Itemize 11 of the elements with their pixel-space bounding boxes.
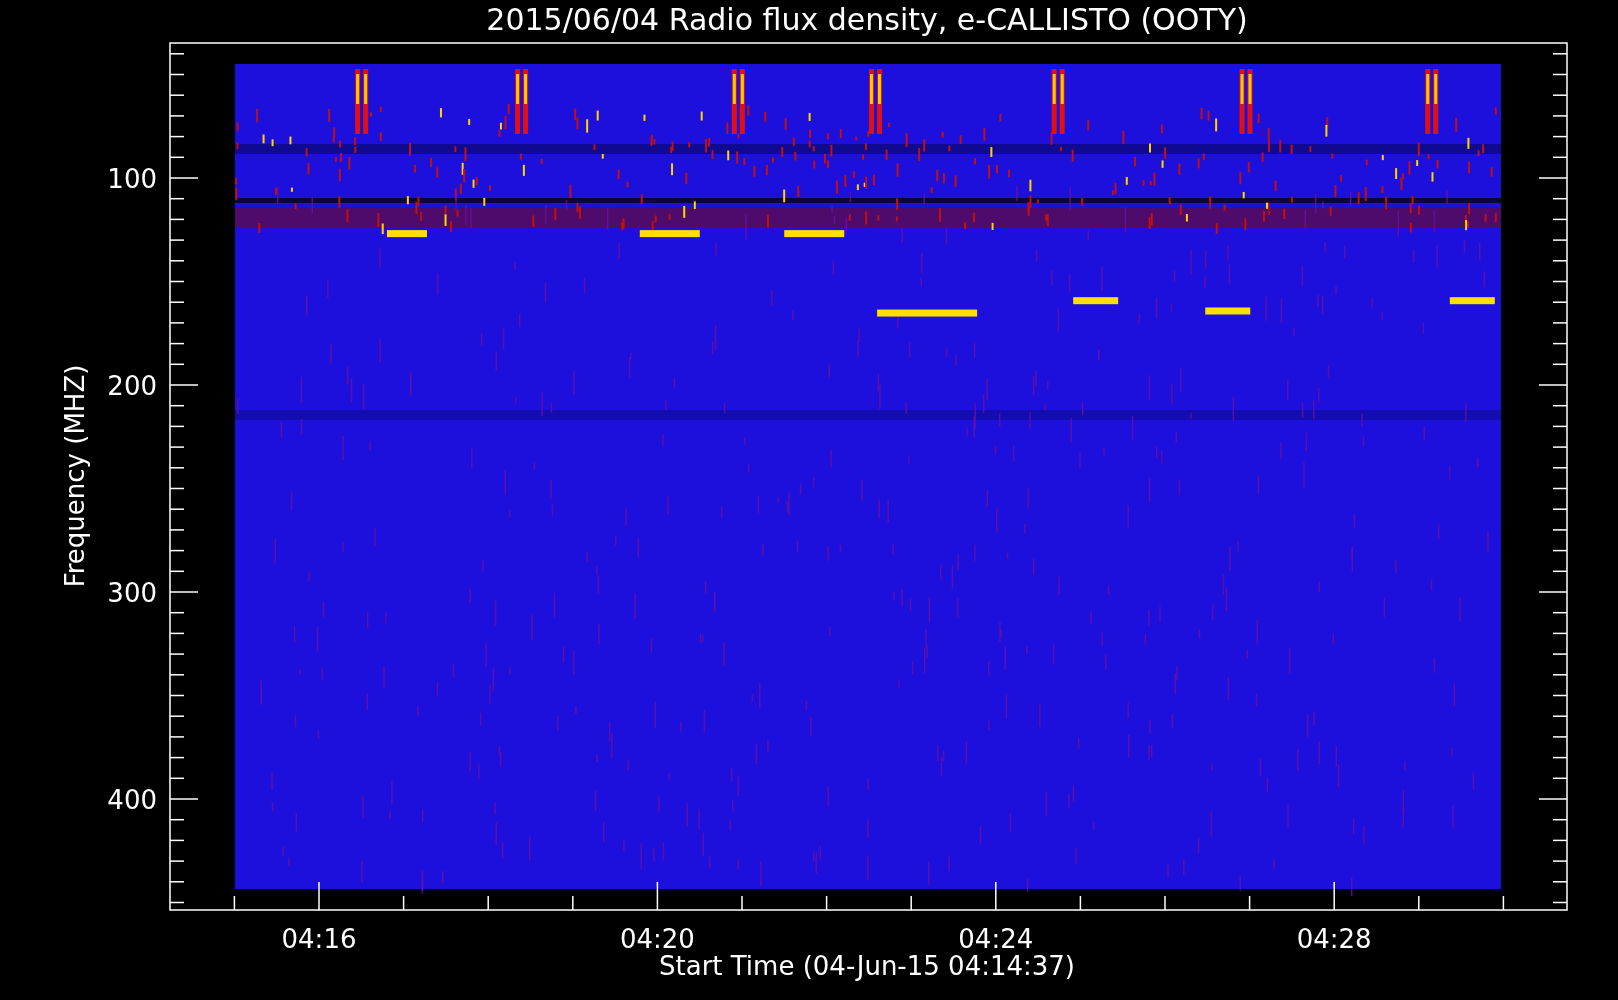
x-axis-label: Start Time (04-Jun-15 04:14:37) <box>659 951 1075 981</box>
x-tick-label: 04:20 <box>619 924 695 954</box>
chart-title: 2015/06/04 Radio flux density, e-CALLISTO (OOTY) <box>486 2 1248 37</box>
y-tick-label: 400 <box>107 785 157 815</box>
y-tick-label: 300 <box>107 578 157 608</box>
y-axis-label: Frequency (MHZ) <box>60 364 90 588</box>
y-tick-label: 200 <box>107 371 157 401</box>
y-tick-label: 100 <box>107 164 157 194</box>
x-tick-label: 04:16 <box>281 924 357 954</box>
x-tick-label: 04:28 <box>1296 924 1372 954</box>
x-tick-label: 04:24 <box>958 924 1034 954</box>
